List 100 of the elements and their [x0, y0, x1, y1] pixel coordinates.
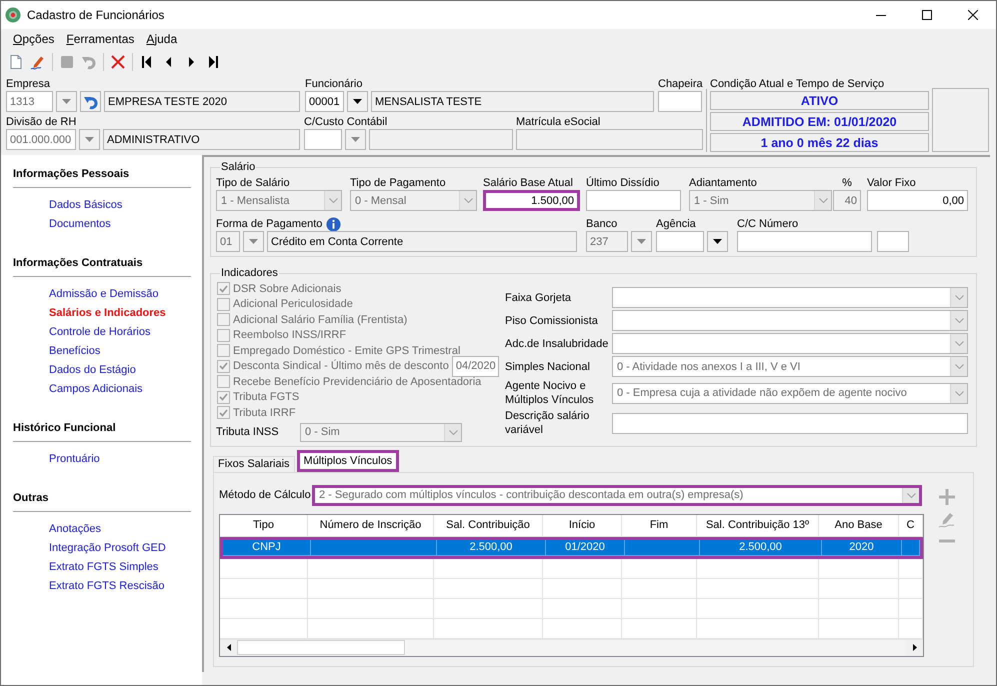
field-label: Faixa Gorjeta	[505, 290, 572, 304]
table-cell: 2.500,00	[437, 540, 546, 556]
table-cell	[899, 598, 923, 618]
nav-link[interactable]: Extrato FGTS Simples	[49, 558, 158, 577]
checkbox-label: Tributa FGTS	[233, 391, 300, 404]
nav-link[interactable]: Extrato FGTS Rescisão	[49, 577, 165, 596]
triangle-left-icon	[226, 644, 230, 651]
nav-link[interactable]: Dados do Estágio	[49, 361, 136, 380]
menu-item[interactable]: Opções	[7, 32, 60, 46]
chevron-icon	[818, 198, 828, 203]
field-label: Tipo de Salário	[216, 176, 290, 190]
nav-link[interactable]: Salários e Indicadores	[49, 304, 166, 323]
field-label: Tributa INSS	[216, 426, 280, 438]
status-text: 1 ano 0 mês 22 dias	[710, 133, 929, 152]
field-label: C/Custo Contábil	[304, 115, 388, 129]
caret-icon	[637, 239, 646, 244]
name-field[interactable]: MENSALISTA TESTE	[371, 91, 654, 112]
field-label: Adc.de Insalubridade	[505, 336, 610, 350]
nav-link[interactable]: Admissão e Demissão	[49, 285, 158, 304]
dropdown-button[interactable]	[347, 91, 368, 112]
field-label: C/C Número	[737, 217, 798, 231]
code-field[interactable]	[656, 231, 704, 252]
refresh-button[interactable]	[80, 91, 101, 112]
combo-box[interactable]: 2 - Segurado com múltiplos vínculos - contribuição descontada em outra(s) empresa(s)	[312, 484, 922, 506]
checkbox-label: Reembolso INSS/IRRF	[233, 329, 346, 342]
caret-icon	[249, 239, 258, 244]
table-cell	[899, 578, 923, 598]
menu-item[interactable]: Ajuda	[140, 32, 184, 46]
group-title: Salário	[220, 160, 256, 174]
nav-link[interactable]: Anotações	[49, 520, 101, 539]
code-field[interactable]: 00001	[305, 91, 344, 112]
checkbox[interactable]	[217, 344, 230, 358]
tab[interactable]: Fixos Salariais	[213, 456, 295, 472]
field-label: Tipo de Pagamento	[350, 176, 446, 190]
chevron-icon	[954, 364, 964, 369]
tab[interactable]: Múltiplos Vínculos	[296, 450, 400, 472]
input-field[interactable]	[304, 129, 342, 150]
checkbox[interactable]	[217, 282, 230, 296]
nav-link[interactable]: Dados Básicos	[49, 196, 122, 215]
combo-box[interactable]	[612, 287, 968, 308]
checkbox-label: Empregado Doméstico - Emite GPS Trimestral	[233, 344, 460, 357]
combo-box[interactable]: 1 - Sim	[689, 190, 832, 211]
chevron-icon	[448, 430, 458, 434]
input-field[interactable]: 0,00	[867, 190, 968, 211]
checkbox[interactable]	[217, 406, 230, 420]
section-heading: Informações Contratuais	[13, 255, 191, 277]
chevron-icon	[954, 341, 964, 346]
input-field[interactable]: 1.500,00	[483, 190, 580, 211]
checkbox[interactable]	[217, 328, 230, 342]
checkbox[interactable]	[217, 390, 230, 404]
nav-link[interactable]: Benefícios	[49, 342, 100, 361]
section-heading: Outras	[13, 490, 191, 512]
combo-box[interactable]: 0 - Sim	[300, 422, 462, 442]
cross-icon	[110, 54, 126, 70]
field-label: Simples Nacional	[505, 360, 591, 374]
field-label: Empresa	[6, 77, 50, 91]
combo-box[interactable]: 1 - Mensalista	[216, 190, 342, 211]
nav-link[interactable]: Controle de Horários	[49, 323, 150, 342]
dropdown-button[interactable]	[707, 231, 728, 252]
nav-link[interactable]: Campos Adicionais	[49, 380, 143, 399]
input-field[interactable]	[877, 231, 909, 252]
chevron-icon	[954, 318, 964, 323]
table-cell: CNPJ	[223, 540, 311, 556]
status-text: ADMITIDO EM: 01/01/2020	[710, 112, 929, 131]
nav-link[interactable]: Integração Prosoft GED	[49, 539, 166, 558]
combo-box[interactable]: 0 - Empresa cuja a atividade não expõem de agente nocivo	[612, 382, 968, 404]
table-cell: 2020	[822, 540, 902, 556]
combo-box[interactable]: 0 - Atividade nos anexos I a III, V e VI	[612, 356, 968, 377]
field-label: Condição Atual e Tempo de Serviço	[710, 77, 884, 91]
checkbox[interactable]	[217, 313, 230, 326]
combo-box[interactable]	[612, 310, 968, 331]
caret-icon	[351, 137, 360, 142]
field-label: Piso Comissionista	[505, 314, 599, 328]
input-field[interactable]	[737, 231, 872, 252]
input-field[interactable]	[586, 190, 681, 211]
field-label: Matrícula eSocial	[516, 115, 600, 129]
nav-link[interactable]: Documentos	[49, 215, 111, 234]
checkbox[interactable]	[217, 375, 230, 388]
combo-box[interactable]	[612, 333, 968, 354]
table-row[interactable]: CNPJ 2.500,00 01/2020 2.500,00 2020	[220, 536, 923, 558]
nav-link[interactable]: Prontuário	[49, 450, 100, 469]
field-label: Descrição salário variável	[505, 409, 590, 437]
input-field[interactable]	[658, 91, 702, 112]
menu-item[interactable]: Ferramentas	[60, 32, 140, 46]
document-icon	[8, 54, 24, 70]
caret-icon	[353, 99, 362, 104]
date-field[interactable]: 04/2020	[452, 356, 499, 377]
checkbox-label: Tributa IRRF	[233, 406, 296, 419]
checkbox[interactable]	[217, 298, 230, 311]
text-field[interactable]	[612, 412, 968, 434]
combo-box[interactable]: 0 - Mensal	[350, 190, 477, 211]
name-field[interactable]	[369, 129, 513, 150]
chevron-icon	[906, 492, 916, 498]
minimize-icon	[876, 14, 886, 16]
caret-icon	[713, 239, 722, 244]
field-label: Salário Base Atual	[483, 176, 573, 190]
scrollbar-thumb[interactable]	[237, 640, 405, 655]
checkbox[interactable]	[217, 360, 230, 373]
input-field[interactable]	[516, 129, 703, 150]
chevron-icon	[328, 198, 338, 203]
